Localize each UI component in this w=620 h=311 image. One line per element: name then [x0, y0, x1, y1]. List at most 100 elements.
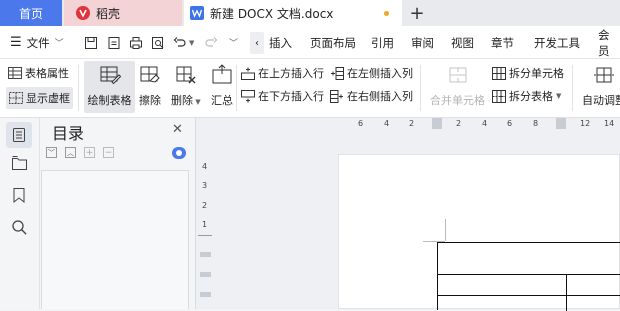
- hamburger-icon: ☰: [10, 35, 22, 50]
- insert-row-above-icon: [241, 67, 255, 80]
- chevron-down-icon: ﹀: [48, 148, 55, 157]
- file-menu[interactable]: ☰ 文件 ﹀: [10, 26, 64, 59]
- new-tab-button[interactable]: +: [404, 0, 430, 26]
- tab-document[interactable]: 新建 DOCX 文档.docx: [184, 0, 402, 26]
- smart-toc-button[interactable]: [172, 147, 186, 159]
- draw-table-label: 绘制表格: [87, 94, 132, 107]
- find-button[interactable]: [12, 220, 27, 238]
- undo-button[interactable]: ▼: [173, 26, 194, 59]
- split-table-label: 拆分表格: [509, 90, 553, 103]
- left-navigation-rail: [0, 118, 40, 309]
- ruler-column-marker[interactable]: [556, 118, 566, 129]
- export-pdf-button[interactable]: [107, 26, 121, 59]
- save-button[interactable]: [84, 26, 98, 59]
- delete-label-wrap: 删除 ▼: [171, 92, 201, 108]
- insert-col-right-button[interactable]: 在右侧插入列: [330, 88, 413, 104]
- ruler-tick: 6: [507, 119, 513, 128]
- chevron-down-icon: ﹀: [54, 39, 64, 49]
- split-cells-label: 拆分单元格: [509, 67, 564, 80]
- menu-item-review[interactable]: 审阅: [411, 26, 434, 59]
- split-table-icon: [492, 89, 506, 103]
- menu-item-label: 视图: [451, 35, 474, 50]
- split-table-dropdown[interactable]: 拆分表格 ▼: [492, 88, 561, 104]
- menu-item-developer[interactable]: 开发工具: [534, 26, 580, 59]
- merge-cells-button[interactable]: 合并单元格: [430, 64, 485, 108]
- insert-col-left-label: 在左侧插入列: [347, 67, 413, 80]
- delete-dropdown[interactable]: 删除 ▼: [171, 64, 201, 108]
- table-row-divider: [438, 295, 620, 296]
- preview-icon: [152, 36, 164, 49]
- close-panel-button[interactable]: ✕: [172, 122, 183, 137]
- horizontal-ruler: 6 4 2 2 4 6 8 12 14: [340, 118, 620, 130]
- merge-cells-icon: [449, 67, 466, 83]
- table-properties-icon: [8, 67, 22, 79]
- ruler-tick: 14: [604, 119, 615, 128]
- table-properties-button[interactable]: 表格属性: [8, 65, 69, 81]
- table-row-divider: [438, 274, 620, 275]
- insert-row-below-label: 在下方插入行: [258, 90, 324, 103]
- insert-col-right-icon: [330, 89, 343, 103]
- menu-item-label: 插入: [269, 35, 292, 50]
- demote-level-button[interactable]: −: [103, 147, 114, 158]
- ruler-tick: 12: [580, 119, 591, 128]
- save-icon: [85, 36, 97, 49]
- erase-button[interactable]: 擦除: [139, 64, 161, 108]
- insert-row-below-button[interactable]: 在下方插入行: [241, 88, 324, 104]
- ruler-row-marker[interactable]: [200, 272, 211, 277]
- ruler-tick: 3: [202, 181, 208, 190]
- menu-item-page-layout[interactable]: 页面布局: [310, 26, 356, 59]
- promote-level-button[interactable]: +: [84, 147, 95, 158]
- summary-button[interactable]: 汇总: [211, 64, 233, 108]
- scroll-left-button[interactable]: ‹: [250, 32, 264, 54]
- redo-button[interactable]: [204, 26, 218, 59]
- split-cells-icon: [492, 66, 506, 80]
- table-col-divider: [566, 274, 567, 311]
- insert-row-above-button[interactable]: 在上方插入行: [241, 65, 324, 81]
- tab-home-label: 首页: [18, 6, 43, 21]
- bookmark-button[interactable]: [13, 188, 25, 206]
- show-grid-toggle[interactable]: 显示虚框: [6, 87, 73, 109]
- auto-fit-button[interactable]: 自动调整: [582, 64, 620, 108]
- expand-all-button[interactable]: ︿: [65, 147, 76, 158]
- ruler-tick: 4: [384, 119, 390, 128]
- minus-icon: −: [104, 147, 113, 158]
- ruler-indent-marker[interactable]: [432, 118, 442, 129]
- tab-home[interactable]: 首页: [0, 0, 62, 26]
- print-preview-button[interactable]: [151, 26, 165, 59]
- auto-fit-label: 自动调整: [582, 94, 620, 107]
- bookmark-icon: [13, 188, 25, 204]
- print-icon: [130, 36, 142, 49]
- menu-item-insert[interactable]: 插入: [269, 26, 292, 59]
- insert-col-left-button[interactable]: 在左侧插入列: [330, 65, 413, 81]
- print-button[interactable]: [129, 26, 143, 59]
- toc-panel-button[interactable]: [6, 122, 32, 148]
- document-page[interactable]: [338, 154, 620, 311]
- menu-item-label: 审阅: [411, 35, 434, 50]
- collapse-all-button[interactable]: ﹀: [46, 147, 57, 158]
- draw-table-button[interactable]: 绘制表格: [84, 61, 135, 113]
- split-cells-button[interactable]: 拆分单元格: [492, 65, 564, 81]
- insert-row-above-label: 在上方插入行: [258, 67, 324, 80]
- menu-item-view[interactable]: 视图: [451, 26, 474, 59]
- dropdown-arrow-icon: ▼: [193, 98, 201, 106]
- ruler-row-marker[interactable]: [200, 252, 211, 257]
- daoke-logo-icon: [76, 6, 90, 20]
- tab-daoke[interactable]: 稻壳: [64, 0, 182, 26]
- insert-col-left-icon: [331, 66, 344, 80]
- ruler-row-marker[interactable]: [200, 292, 211, 297]
- chapter-nav-button[interactable]: [12, 156, 27, 173]
- menu-item-references[interactable]: 引用: [371, 26, 394, 59]
- ai-eye-icon: [176, 150, 182, 156]
- insert-col-right-label: 在右侧插入列: [347, 90, 413, 103]
- ruler-tick: 4: [202, 162, 208, 171]
- menu-item-member[interactable]: 会员: [598, 26, 620, 59]
- ruler-tick: 2: [409, 119, 415, 128]
- document-table[interactable]: [437, 242, 620, 311]
- ribbon-separator: [572, 65, 573, 111]
- tab-daoke-label: 稻壳: [96, 6, 121, 21]
- quick-access-more-button[interactable]: ﹀: [229, 26, 238, 59]
- show-grid-label: 显示虚框: [26, 92, 70, 105]
- undo-dropdown-icon[interactable]: ▼: [189, 39, 194, 47]
- search-icon: [12, 220, 27, 235]
- menu-item-chapter[interactable]: 章节: [491, 26, 514, 59]
